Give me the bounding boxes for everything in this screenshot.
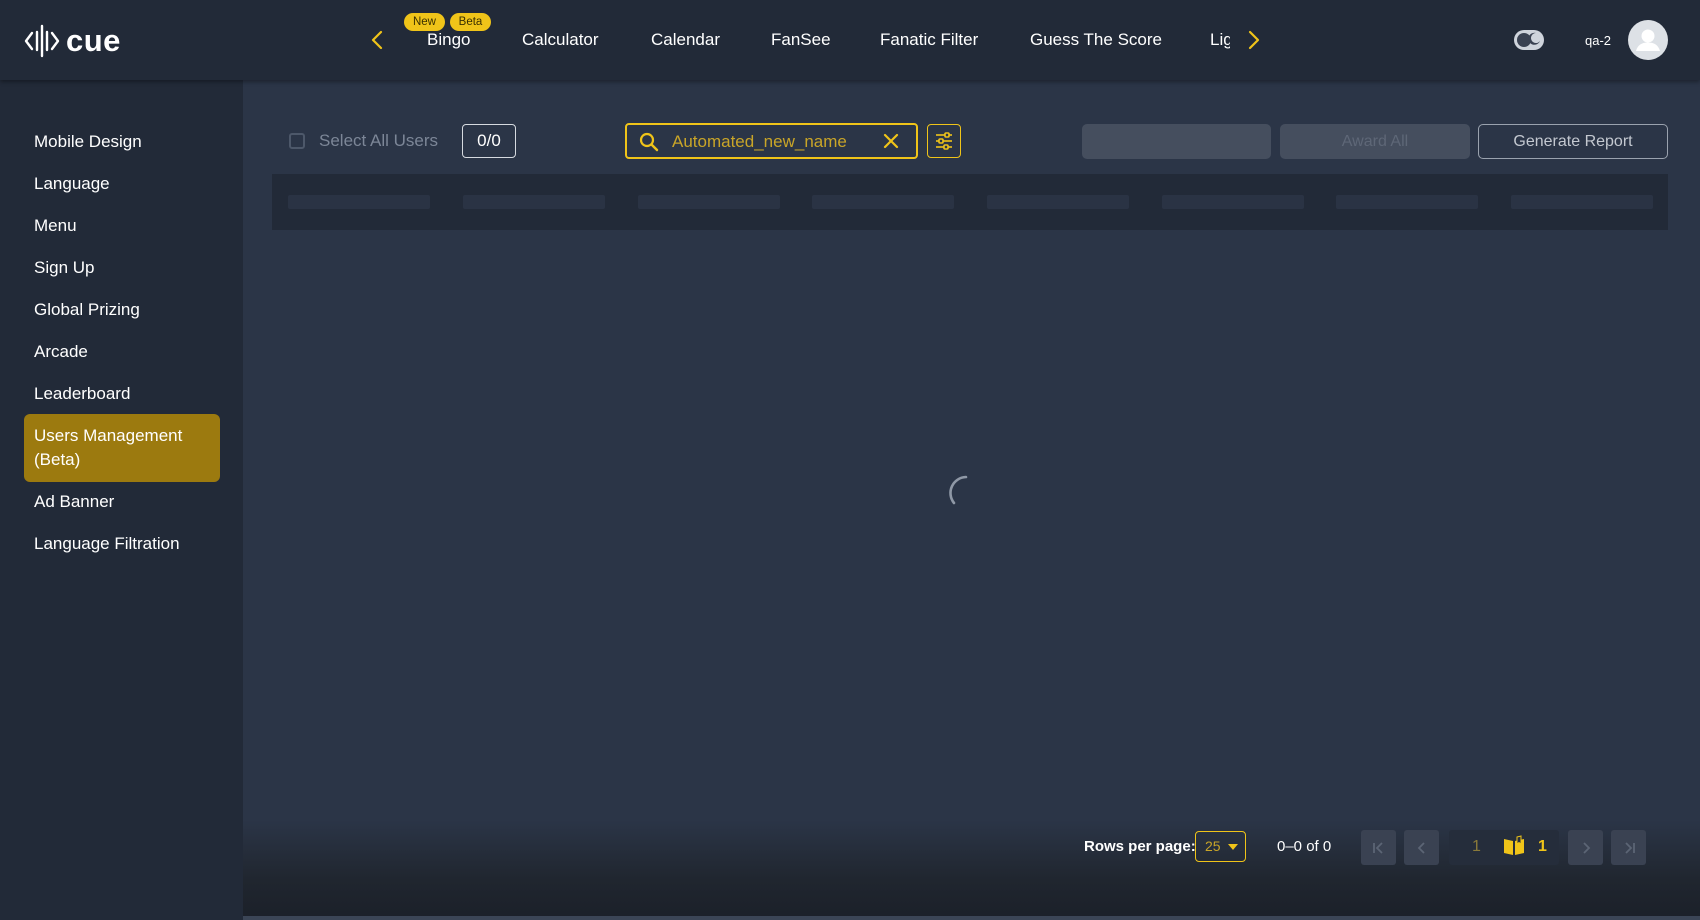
- top-navigation-bar: cue New Beta Bingo Calculator Calendar F…: [0, 0, 1700, 80]
- theme-toggle[interactable]: [1514, 30, 1544, 50]
- chevron-left-icon: [1417, 841, 1425, 854]
- skeleton-cell: [288, 195, 430, 209]
- chevron-right-icon: [1248, 30, 1260, 50]
- sidebar-item-arcade[interactable]: Arcade: [24, 340, 220, 364]
- pagination-range: 0–0 of 0: [1277, 838, 1332, 855]
- first-page-icon: [1372, 841, 1383, 854]
- search-icon: [639, 132, 659, 152]
- user-icon: [1636, 29, 1660, 51]
- sidebar-item-mobile-design[interactable]: Mobile Design: [24, 130, 220, 154]
- current-page[interactable]: 1: [1472, 838, 1481, 856]
- tab-calculator[interactable]: Calculator: [522, 30, 599, 50]
- selected-count: 0/0: [462, 124, 516, 158]
- tab-bingo[interactable]: Bingo: [427, 30, 470, 50]
- bottom-divider: [243, 916, 1700, 920]
- select-all-checkbox[interactable]: [289, 133, 305, 149]
- nav-next-button[interactable]: [1242, 26, 1266, 54]
- close-icon[interactable]: [882, 132, 900, 150]
- total-pages: 1: [1538, 838, 1547, 855]
- chevron-left-icon: [371, 30, 383, 50]
- username: qa-2: [1585, 33, 1612, 48]
- table-header-skeleton: [272, 174, 1668, 230]
- rows-per-page-value: 25: [1205, 838, 1221, 854]
- last-page-icon: [1624, 841, 1635, 854]
- skeleton-cell: [1162, 195, 1304, 209]
- logo-text: cue: [66, 23, 121, 58]
- nav-prev-button[interactable]: [365, 26, 389, 54]
- search-box: [625, 123, 918, 159]
- rows-per-page-select[interactable]: 25: [1195, 831, 1246, 862]
- award-all-button[interactable]: Award All: [1280, 124, 1470, 159]
- sidebar-item-menu[interactable]: Menu: [24, 214, 220, 238]
- prev-page-button[interactable]: [1404, 830, 1439, 865]
- sidebar-item-sign-up[interactable]: Sign Up: [24, 256, 220, 280]
- search-input[interactable]: [670, 125, 894, 159]
- first-page-button[interactable]: [1361, 830, 1396, 865]
- skeleton-cell: [463, 195, 605, 209]
- rows-per-page-label: Rows per page:: [1084, 838, 1196, 855]
- caret-down-icon: [1228, 844, 1238, 850]
- sliders-icon: [936, 132, 952, 150]
- next-page-button[interactable]: [1568, 830, 1603, 865]
- sidebar-item-language-filtration[interactable]: Language Filtration: [24, 532, 220, 556]
- disabled-action-button[interactable]: [1082, 124, 1271, 159]
- chevron-right-icon: [1582, 841, 1590, 854]
- tab-guess-the-score[interactable]: Guess The Score: [1030, 30, 1162, 50]
- badge-new: New: [404, 13, 445, 31]
- last-page-button[interactable]: [1611, 830, 1646, 865]
- sidebar-item-ad-banner[interactable]: Ad Banner: [24, 490, 220, 514]
- tab-calendar[interactable]: Calendar: [651, 30, 720, 50]
- cue-logo[interactable]: cue: [24, 22, 121, 60]
- nav-tabs: New Beta Bingo Calculator Calendar FanSe…: [404, 0, 1230, 80]
- tab-lig[interactable]: Lig: [1210, 30, 1230, 50]
- sidebar-item-leaderboard[interactable]: Leaderboard: [24, 382, 220, 406]
- sidebar-item-global-prizing[interactable]: Global Prizing: [24, 298, 220, 322]
- sidebar-item-users-management[interactable]: Users Management (Beta): [24, 414, 220, 482]
- select-all-label[interactable]: Select All Users: [319, 131, 438, 151]
- loading-spinner-icon: [949, 475, 968, 505]
- moon-icon: [1528, 32, 1540, 45]
- badge-beta: Beta: [450, 13, 491, 31]
- filter-button[interactable]: [927, 124, 961, 158]
- skeleton-cell: [638, 195, 780, 209]
- avatar[interactable]: [1628, 20, 1668, 60]
- sidebar: Mobile Design Language Menu Sign Up Glob…: [0, 80, 243, 920]
- sidebar-item-language[interactable]: Language: [24, 172, 220, 196]
- skeleton-cell: [1511, 195, 1653, 209]
- skeleton-cell: [987, 195, 1129, 209]
- waveform-logo-icon: [24, 24, 60, 58]
- generate-report-button[interactable]: Generate Report: [1478, 124, 1668, 159]
- tab-fanatic-filter[interactable]: Fanatic Filter: [880, 30, 978, 50]
- book-icon: [1504, 835, 1524, 855]
- skeleton-cell: [1336, 195, 1478, 209]
- skeleton-cell: [812, 195, 954, 209]
- tab-fansee[interactable]: FanSee: [771, 30, 831, 50]
